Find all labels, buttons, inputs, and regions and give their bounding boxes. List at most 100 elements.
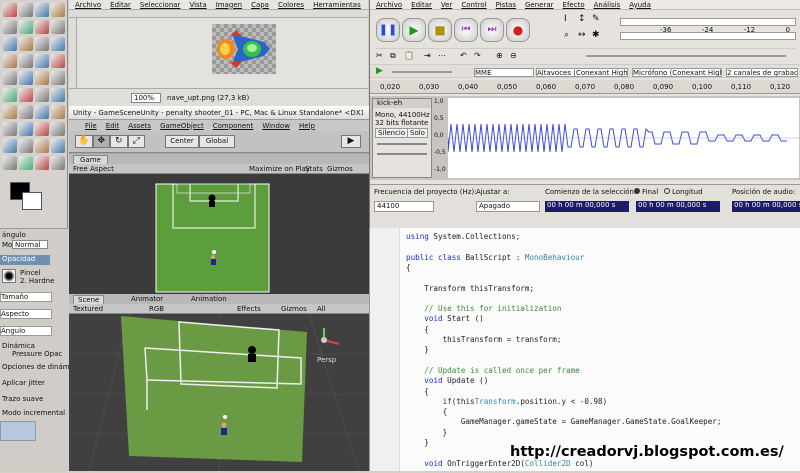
gimp-tool-icon[interactable] xyxy=(35,139,49,153)
code-line[interactable]: using System.Collections; xyxy=(406,232,520,241)
background-color-swatch[interactable] xyxy=(22,192,42,210)
gimp-tool-icon[interactable] xyxy=(3,3,17,17)
unity-menu-item[interactable]: File xyxy=(85,122,97,130)
gimp-tool-icon[interactable] xyxy=(3,139,17,153)
gimp-tool-icon[interactable] xyxy=(19,54,33,68)
code-line[interactable]: } xyxy=(406,438,429,447)
gimp-tool-icon[interactable] xyxy=(51,139,65,153)
record-button[interactable]: ● xyxy=(506,18,530,42)
gimp-tool-icon[interactable] xyxy=(19,3,33,17)
persp-label[interactable]: Persp xyxy=(317,356,336,364)
channels-select[interactable]: 2 canales de grabac xyxy=(726,68,798,77)
gizmos-dropdown[interactable]: Gizmos xyxy=(327,165,353,173)
gimp-tool-icon[interactable] xyxy=(3,54,17,68)
aspect-slider[interactable]: Aspecto xyxy=(0,309,52,319)
search-all[interactable]: All xyxy=(317,305,326,313)
play-at-speed-button[interactable]: ▶ xyxy=(376,66,383,76)
audacity-menu-item[interactable]: Pistas xyxy=(496,1,516,9)
gimp-tool-icon[interactable] xyxy=(19,71,33,85)
gimp-tool-icon[interactable] xyxy=(35,3,49,17)
angle-slider[interactable]: Ángulo xyxy=(0,326,52,336)
gimp-tool-icon[interactable] xyxy=(3,88,17,102)
silence-icon[interactable]: ⋯ xyxy=(438,51,446,60)
gimp-tool-icon[interactable] xyxy=(35,54,49,68)
gain-slider[interactable] xyxy=(377,143,427,145)
timeline-ruler[interactable]: 0,020 0,030 0,040 0,050 0,060 0,070 0,080 0,090… xyxy=(370,80,800,94)
play-at-speed-slider[interactable] xyxy=(586,55,786,57)
copy-icon[interactable]: ⧉ xyxy=(390,51,396,61)
code-line[interactable]: { xyxy=(406,387,429,396)
gimp-tool-icon[interactable] xyxy=(19,156,33,170)
code-line[interactable]: void Update () xyxy=(406,376,488,385)
snap-to-select[interactable]: Apagado xyxy=(476,201,540,212)
gimp-menu-item[interactable]: Vista xyxy=(189,1,206,9)
audio-position-time[interactable]: 00 h 00 m 00,000 s xyxy=(732,201,800,212)
gimp-menu-item[interactable]: Archivo xyxy=(75,1,101,9)
rgb-dropdown[interactable]: RGB xyxy=(149,305,164,313)
gimp-tool-icon[interactable] xyxy=(3,71,17,85)
pan-slider[interactable] xyxy=(377,153,427,155)
maximize-on-play-toggle[interactable]: Maximize on Play xyxy=(249,165,310,173)
play-button[interactable]: ▶ xyxy=(341,135,361,148)
zoom-in-icon[interactable]: ⊕ xyxy=(496,51,503,60)
zoom-tool-icon[interactable]: ⌕ xyxy=(564,30,569,40)
code-line[interactable]: Transform thisTransform; xyxy=(406,284,534,293)
code-line[interactable]: thisTransform = transform; xyxy=(406,335,562,344)
gimp-tool-icon[interactable] xyxy=(35,88,49,102)
gimp-menu-item[interactable]: Capa xyxy=(251,1,269,9)
pivot-global-button[interactable]: Global xyxy=(199,135,235,148)
gimp-tool-icon[interactable] xyxy=(35,71,49,85)
code-line[interactable]: // Use this for initialization xyxy=(406,304,561,313)
gimp-tool-icon[interactable] xyxy=(19,139,33,153)
audacity-menu-item[interactable]: Ver xyxy=(441,1,452,9)
scene-gizmos-dropdown[interactable]: Gizmos xyxy=(281,305,307,313)
code-line[interactable]: // Update is called once per frame xyxy=(406,366,579,375)
scene-view[interactable]: Persp xyxy=(69,313,369,472)
gimp-tool-icon[interactable] xyxy=(3,122,17,136)
unity-menu-item[interactable]: GameObject xyxy=(160,122,204,130)
game-view[interactable] xyxy=(69,174,369,294)
gimp-tool-icon[interactable] xyxy=(35,105,49,119)
gimp-tool-icon[interactable] xyxy=(3,37,17,51)
gimp-tool-icon[interactable] xyxy=(35,156,49,170)
gimp-tool-icon[interactable] xyxy=(19,105,33,119)
selection-start-time[interactable]: 00 h 00 m 00,000 s xyxy=(545,201,629,212)
gimp-tool-icon[interactable] xyxy=(51,122,65,136)
brush-preview[interactable] xyxy=(2,269,16,283)
solo-button[interactable]: Solo xyxy=(407,128,428,138)
move-tool-button[interactable]: ✥ xyxy=(92,135,110,148)
unity-menu-item[interactable]: Edit xyxy=(106,122,120,130)
dynamics-value[interactable]: Pressure Opac xyxy=(12,350,62,358)
code-line[interactable]: void Start () xyxy=(406,314,483,323)
smooth-stroke-checkbox[interactable]: Trazo suave xyxy=(2,395,43,403)
playback-meter[interactable] xyxy=(620,18,796,26)
tab-animator[interactable]: Animator xyxy=(131,295,163,303)
code-line[interactable]: } xyxy=(406,428,448,437)
audacity-menu-item[interactable]: Análisis xyxy=(594,1,621,9)
code-line[interactable]: { xyxy=(406,407,448,416)
end-radio[interactable] xyxy=(634,188,640,194)
dynamics-options-label[interactable]: Opciones de dinám xyxy=(2,363,70,371)
cut-icon[interactable]: ✂ xyxy=(376,51,383,60)
timeshift-tool-icon[interactable]: ↔ xyxy=(578,30,586,40)
stop-button[interactable]: ■ xyxy=(428,18,452,42)
paste-icon[interactable]: 📋 xyxy=(404,51,414,60)
gimp-tool-icon[interactable] xyxy=(51,37,65,51)
effects-dropdown[interactable]: Effects xyxy=(237,305,261,313)
gimp-menu-item[interactable]: Herramientas xyxy=(313,1,361,9)
code-line[interactable]: { xyxy=(406,325,429,334)
gimp-menu-item[interactable]: Editar xyxy=(110,1,131,9)
mute-button[interactable]: Silencio xyxy=(375,128,409,138)
rotate-tool-button[interactable]: ↻ xyxy=(110,135,128,148)
audacity-menu-item[interactable]: Editar xyxy=(411,1,432,9)
multi-tool-icon[interactable]: ✱ xyxy=(592,30,600,40)
gimp-tool-icon[interactable] xyxy=(3,105,17,119)
incremental-checkbox[interactable]: Modo incremental xyxy=(2,409,65,417)
project-rate-select[interactable]: 44100 xyxy=(374,201,434,212)
opacity-slider[interactable]: Opacidad xyxy=(0,255,50,265)
audacity-menu-item[interactable]: Generar xyxy=(525,1,554,9)
unity-menu-item[interactable]: Help xyxy=(299,122,315,130)
gimp-tool-icon[interactable] xyxy=(51,88,65,102)
skip-start-button[interactable]: ⏮ xyxy=(454,18,478,42)
gimp-tool-icon[interactable] xyxy=(51,3,65,17)
